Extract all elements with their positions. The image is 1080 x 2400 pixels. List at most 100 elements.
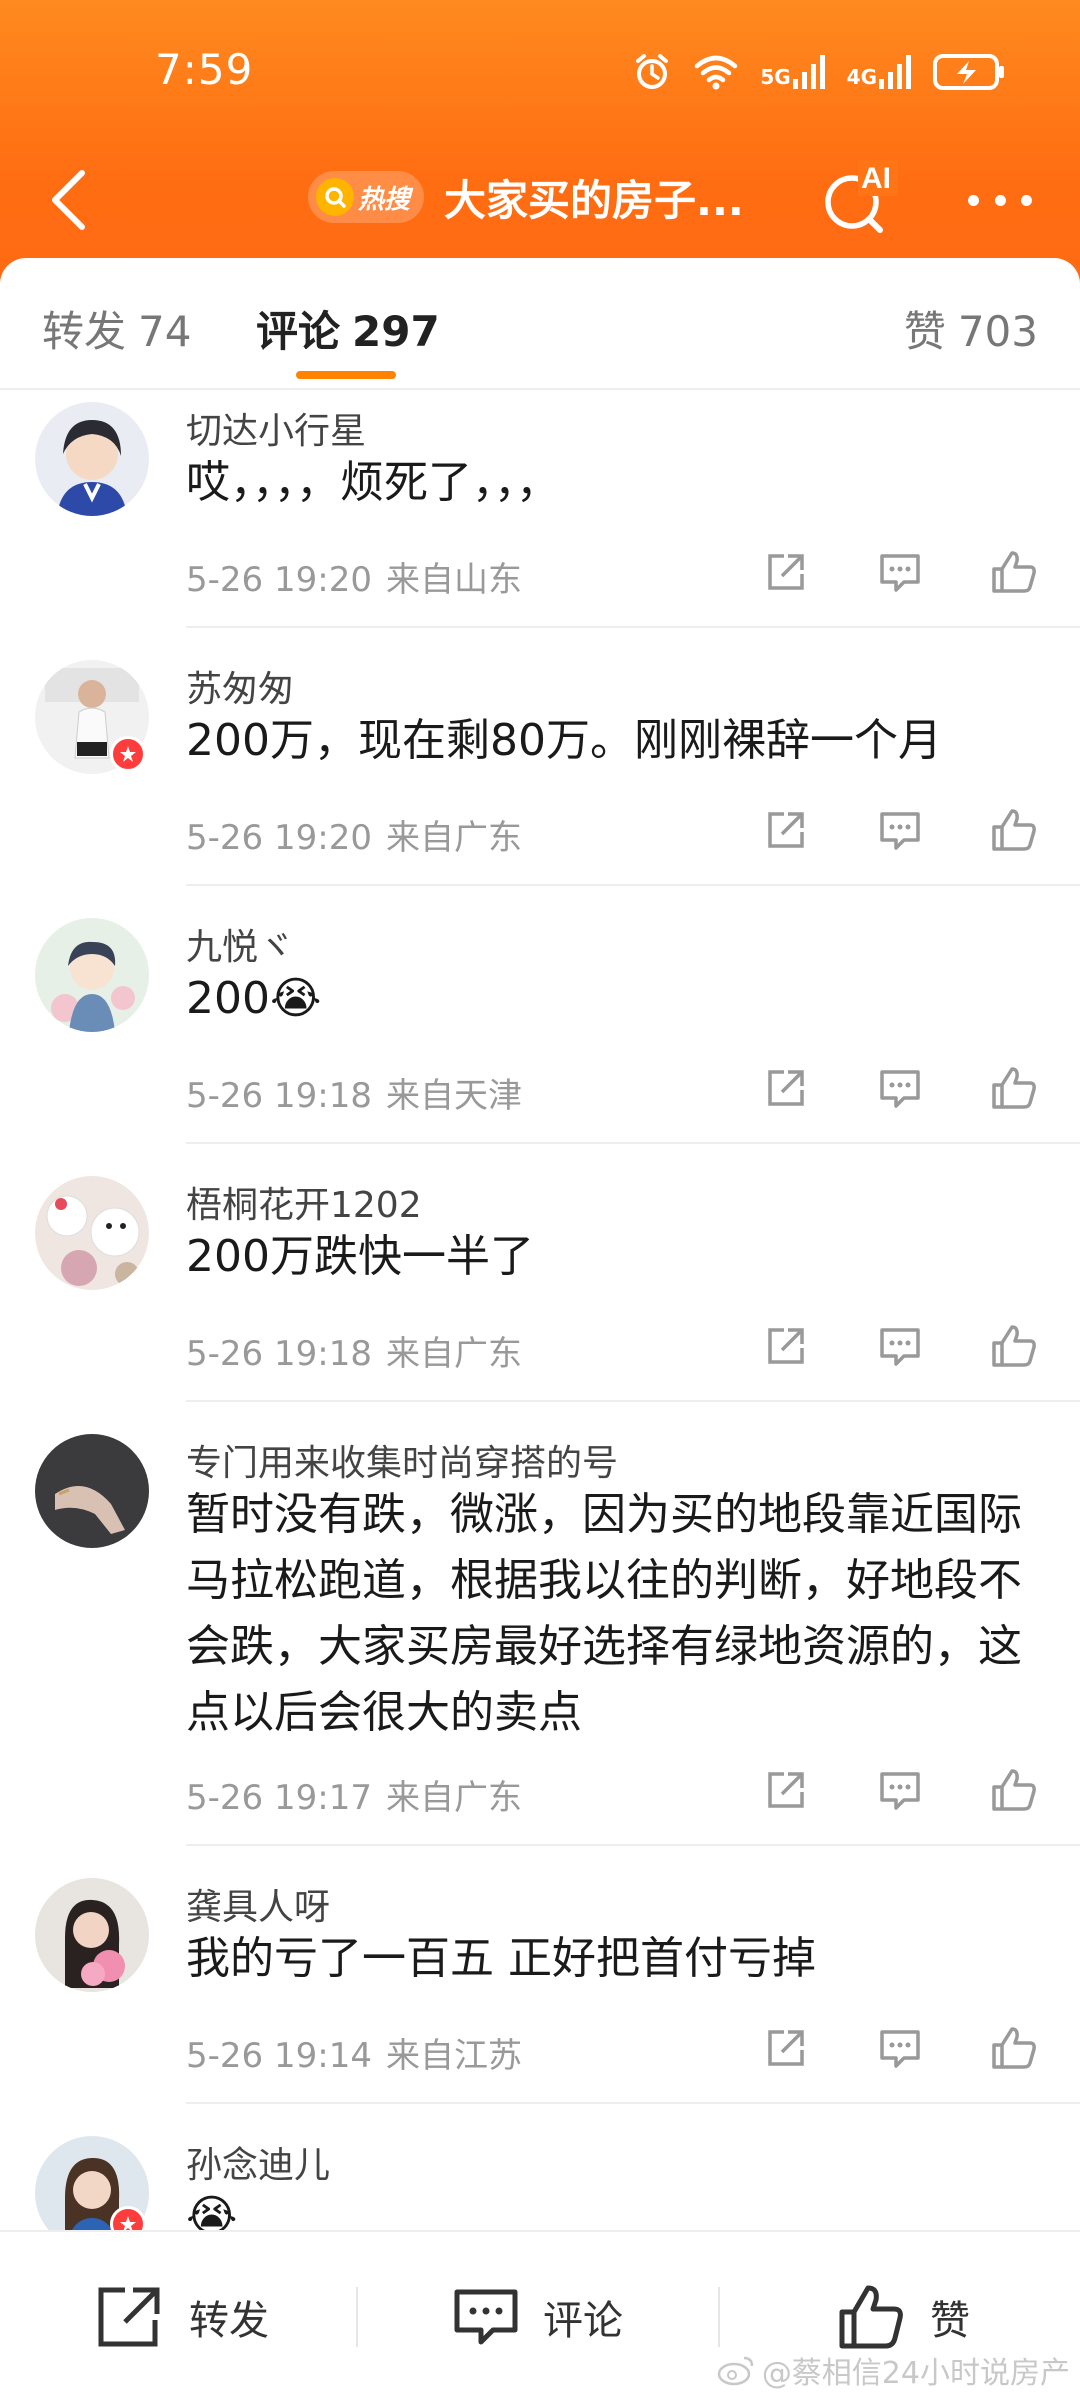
comment-item: 切达小行星 哎，，，，烦死了，，， 5-26 19:20 来自山东 [0, 390, 1080, 648]
comment-author[interactable]: 孙念迪儿 [186, 2136, 330, 2188]
tab-comment-count: 297 [352, 307, 440, 356]
share-icon [768, 1772, 804, 1808]
back-button[interactable] [38, 160, 98, 240]
divider [186, 1844, 1080, 1846]
share-icon [768, 1070, 804, 1106]
thumbs-up-icon [992, 1769, 1036, 1811]
search-q-icon [316, 178, 354, 216]
comment-author[interactable]: 龚具人呀 [186, 1878, 330, 1930]
reply-button[interactable] [870, 1316, 930, 1376]
divider [186, 2102, 1080, 2104]
header: 7:59 5G 4G 热搜 大家买的房子... AI [0, 0, 1080, 300]
network-5g-label: 5G [760, 65, 791, 89]
tab-repost[interactable]: 转发 74 [42, 298, 191, 359]
comment-text: 暂时没有跌，微涨，因为买的地段靠近国际马拉松跑道，根据我以往的判断，好地段不会跌… [186, 1489, 1022, 1738]
share-icon [768, 2030, 804, 2066]
comment-actions [756, 1316, 1046, 1376]
like-button[interactable] [984, 1760, 1044, 1820]
share-button[interactable] [756, 1316, 816, 1376]
reply-button[interactable] [870, 2018, 930, 2078]
share-button[interactable] [756, 800, 816, 860]
comment-meta: 5-26 19:20 来自广东 [186, 810, 522, 859]
tab-bar: 转发 74 评论 297 赞 703 [0, 258, 1080, 390]
divider [186, 884, 1080, 886]
chevron-left-icon [52, 170, 85, 230]
watermark: @蔡相信24小时说房产 [716, 2348, 1070, 2392]
avatar[interactable] [35, 918, 149, 1032]
comment-location: 来自山东 [385, 560, 522, 600]
comment-author[interactable]: 切达小行星 [186, 402, 366, 454]
comment-date: 5-26 19:17 [186, 1778, 372, 1818]
hot-search-label: 热搜 [358, 184, 411, 215]
ai-label: AI [861, 162, 891, 195]
like-button[interactable] [984, 2018, 1044, 2078]
comment-author[interactable]: 苏匆匆 [186, 660, 294, 712]
comment-icon [880, 1070, 920, 1108]
share-button[interactable] [756, 542, 816, 602]
status-bar: 7:59 5G 4G [0, 0, 1080, 140]
page-title: 大家买的房子... [444, 175, 744, 225]
comment-button[interactable]: 评论 [453, 2272, 623, 2362]
comment-icon [880, 1328, 920, 1366]
comment-author[interactable]: 专门用来收集时尚穿搭的号 [186, 1434, 618, 1486]
tab-comment-label: 评论 [256, 307, 341, 356]
reply-button[interactable] [870, 1058, 930, 1118]
comment-location: 来自江苏 [385, 2036, 522, 2076]
watermark-text: @蔡相信24小时说房产 [761, 2356, 1070, 2391]
signal-4g: 4G [847, 55, 911, 89]
tab-like[interactable]: 赞 703 [904, 298, 1038, 359]
share-button[interactable] [756, 2018, 816, 2078]
comment-list[interactable]: 切达小行星 哎，，，，烦死了，，， 5-26 19:20 来自山东 苏匆匆 200… [0, 390, 1080, 2230]
ai-search-button[interactable]: AI [818, 152, 898, 242]
repost-button[interactable]: 转发 [95, 2272, 269, 2362]
tab-like-count: 703 [957, 307, 1038, 356]
divider [186, 1400, 1080, 1402]
comment-author[interactable]: 梧桐花开1202 [186, 1176, 422, 1228]
title-area[interactable]: 热搜 大家买的房子... [308, 162, 744, 232]
comment-date: 5-26 19:14 [186, 2036, 372, 2076]
comment-meta: 5-26 19:14 来自江苏 [186, 2028, 522, 2077]
avatar[interactable] [35, 402, 149, 516]
like-button[interactable] [984, 800, 1044, 860]
like-button[interactable] [984, 1058, 1044, 1118]
like-button[interactable] [984, 542, 1044, 602]
comment-item: 苏匆匆 200万，现在剩80万。刚刚裸辞一个月 5-26 19:20 来自广东 [0, 648, 1080, 906]
comment-location: 来自广东 [385, 818, 522, 858]
comment-actions [756, 1760, 1046, 1820]
comment-meta: 5-26 19:18 来自广东 [186, 1326, 522, 1375]
like-button[interactable] [984, 1316, 1044, 1376]
status-icons: 5G 4G [632, 52, 1005, 92]
avatar[interactable] [35, 1434, 149, 1548]
comment-text: 哎，，，，烦死了，，， [186, 457, 560, 508]
thumbs-up-icon [992, 809, 1036, 851]
more-options-button[interactable] [960, 170, 1040, 230]
comment-date: 5-26 19:20 [186, 560, 372, 600]
share-icon [98, 2287, 160, 2347]
dot-icon [968, 194, 979, 206]
comment-location: 来自广东 [385, 1334, 522, 1374]
reply-button[interactable] [870, 1760, 930, 1820]
share-icon [768, 1328, 804, 1364]
thumbs-up-icon [992, 2027, 1036, 2069]
avatar[interactable] [35, 1176, 149, 1290]
avatar[interactable] [35, 1878, 149, 1992]
hot-search-badge: 热搜 [308, 171, 425, 223]
comment-item: 专门用来收集时尚穿搭的号 暂时没有跌，微涨，因为买的地段靠近国际马拉松跑道，根据… [0, 1422, 1080, 1866]
reply-button[interactable] [870, 800, 930, 860]
signal-bars-icon [879, 55, 911, 89]
comment-date: 5-26 19:18 [186, 1334, 372, 1374]
signal-bars-icon [792, 55, 825, 89]
repost-label: 转发 [189, 2298, 269, 2344]
divider [356, 2287, 358, 2347]
comment-location: 来自广东 [385, 1778, 522, 1818]
comment-text: 200😭 [186, 973, 322, 1024]
share-button[interactable] [756, 1760, 816, 1820]
tab-comment[interactable]: 评论 297 [256, 298, 440, 359]
share-button[interactable] [756, 1058, 816, 1118]
comment-text: 200万跌快一半了 [186, 1231, 534, 1282]
comment-icon [880, 2030, 920, 2068]
comment-author[interactable]: 九悦ヾ [186, 918, 294, 970]
reply-button[interactable] [870, 542, 930, 602]
comment-actions [756, 1058, 1046, 1118]
comment-date: 5-26 19:18 [186, 1076, 372, 1116]
